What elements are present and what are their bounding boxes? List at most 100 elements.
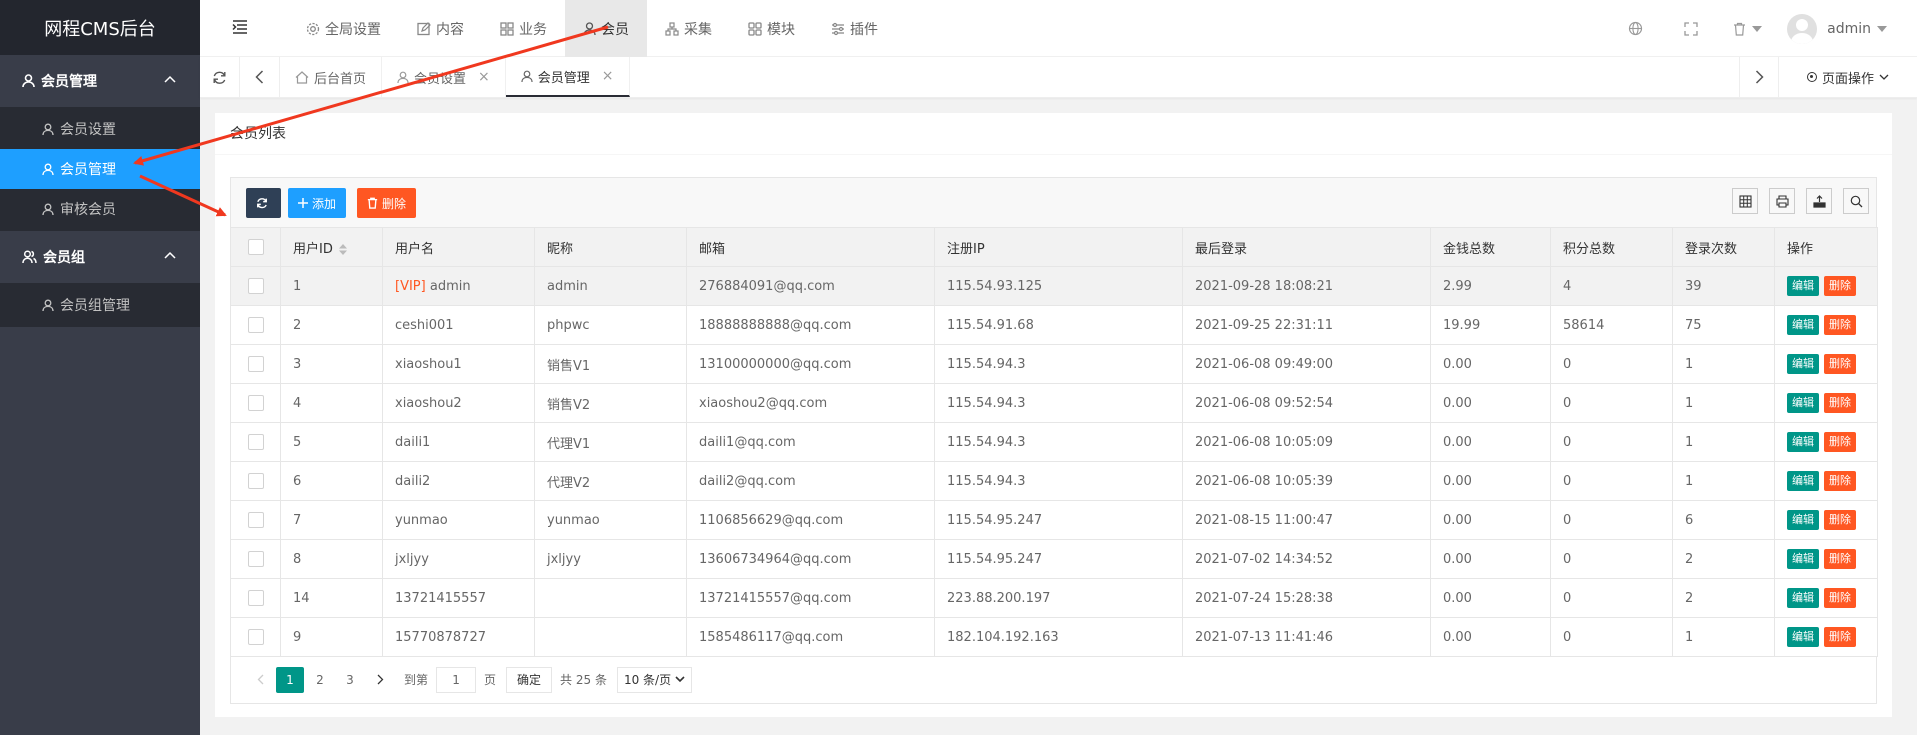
select-all-checkbox[interactable] [247, 239, 264, 255]
delete-row-button[interactable]: 删除 [1824, 549, 1856, 569]
refresh-button[interactable] [246, 188, 281, 218]
delete-row-button[interactable]: 删除 [1824, 393, 1856, 413]
topnav-item-member[interactable]: 会员 [565, 0, 647, 57]
topnav-item-content[interactable]: 内容 [399, 0, 482, 57]
delete-row-button[interactable]: 删除 [1824, 510, 1856, 530]
delete-button[interactable]: 删除 [357, 188, 417, 218]
goto-label: 到第 [404, 673, 429, 687]
tab-home[interactable]: 后台首页 [280, 57, 383, 97]
delete-row-button[interactable]: 删除 [1824, 627, 1856, 647]
sidebar-item-member-group-management[interactable]: 会员组管理 [0, 285, 200, 325]
edit-button[interactable]: 编辑 [1787, 549, 1819, 569]
cell-email: daili2@qq.com [686, 461, 935, 501]
row-checkbox[interactable] [247, 278, 264, 294]
row-checkbox[interactable] [247, 590, 264, 606]
row-checkbox[interactable] [247, 356, 264, 372]
topnav-item-modules[interactable]: 模块 [730, 0, 813, 57]
row-checkbox[interactable] [247, 512, 264, 528]
clear-cache-button[interactable] [1719, 0, 1775, 57]
delete-row-button[interactable]: 删除 [1824, 432, 1856, 452]
export-button[interactable] [1806, 188, 1832, 214]
next-page-button[interactable] [366, 667, 394, 693]
edit-button[interactable]: 编辑 [1787, 627, 1819, 647]
row-checkbox[interactable] [247, 629, 264, 645]
table-row[interactable]: 6 daili2 代理V2 daili2@qq.com 115.54.94.3 2021-… [230, 461, 1878, 501]
topnav-item-plugins[interactable]: 插件 [813, 0, 896, 57]
refresh-tab-button[interactable] [200, 57, 240, 97]
row-checkbox-cell [230, 266, 281, 306]
user-menu[interactable]: admin [1775, 13, 1917, 44]
table-row[interactable]: 14 13721415557 13721415557@qq.com 223.88.20… [230, 578, 1878, 618]
cell-money: 0.00 [1430, 422, 1551, 462]
header-right: admin [1607, 0, 1917, 57]
app-logo[interactable]: 网程CMS后台 [0, 0, 200, 55]
add-button[interactable]: 添加 [288, 188, 347, 218]
tab-prev-button[interactable] [240, 57, 280, 97]
delete-row-button[interactable]: 删除 [1824, 588, 1856, 608]
sidebar-item-member-settings[interactable]: 会员设置 [0, 109, 200, 149]
sort-icon[interactable] [338, 243, 347, 255]
cell-points: 0 [1550, 461, 1673, 501]
prev-page-button[interactable] [246, 667, 274, 693]
page-button-2[interactable]: 2 [306, 667, 334, 693]
edit-button[interactable]: 编辑 [1787, 354, 1819, 374]
topnav-item-global-settings[interactable]: 全局设置 [288, 0, 399, 57]
close-icon[interactable]: × [602, 68, 614, 84]
page-size-select[interactable]: 10 条/页 [616, 666, 693, 693]
column-header: 用户名 [382, 227, 535, 267]
tab-member-settings[interactable]: 会员设置 × [382, 57, 506, 97]
table-row[interactable]: 9 15770878727 1585486117@qq.com 182.104.192… [230, 617, 1878, 657]
edit-button[interactable]: 编辑 [1787, 276, 1819, 296]
content-panel: 会员列表 添加 删除 用户ID 用户名 昵称 邮箱 注册IP 最后登录 金钱总数… [215, 113, 1892, 717]
topnav-item-collect[interactable]: 采集 [647, 0, 730, 57]
user-icon [42, 203, 54, 215]
delete-row-button[interactable]: 删除 [1824, 354, 1856, 374]
delete-row-button[interactable]: 删除 [1824, 315, 1856, 335]
print-button[interactable] [1769, 188, 1795, 214]
page-button-3[interactable]: 3 [336, 667, 364, 693]
edit-button[interactable]: 编辑 [1787, 393, 1819, 413]
nav-group-member-management[interactable]: 会员管理 [0, 55, 200, 107]
row-checkbox[interactable] [247, 317, 264, 333]
close-icon[interactable]: × [478, 69, 490, 85]
edit-button[interactable]: 编辑 [1787, 315, 1819, 335]
row-checkbox[interactable] [247, 473, 264, 489]
row-checkbox[interactable] [247, 551, 264, 567]
table-row[interactable]: 2 ceshi001 phpwc 18888888888@qq.com 115.54.9… [230, 305, 1878, 345]
chevron-right-icon [377, 674, 383, 685]
menu-toggle-icon[interactable] [232, 19, 248, 35]
delete-row-button[interactable]: 删除 [1824, 276, 1856, 296]
tab-member-management[interactable]: 会员管理 × [505, 57, 630, 97]
page-operations-dropdown[interactable]: 页面操作 [1779, 57, 1917, 97]
sidebar-item-member-management[interactable]: 会员管理 [0, 149, 200, 189]
table-row[interactable]: 1 [VIP] admin admin 276884091@qq.com 115.54.… [230, 266, 1878, 306]
table-row[interactable]: 3 xiaoshou1 销售V1 13100000000@qq.com 115.54.9… [230, 344, 1878, 384]
fullscreen-button[interactable] [1663, 0, 1719, 57]
row-checkbox[interactable] [247, 434, 264, 450]
table-row[interactable]: 7 yunmao yunmao 1106856629@qq.com 115.54.95.… [230, 500, 1878, 540]
table-row[interactable]: 5 daili1 代理V1 daili1@qq.com 115.54.94.3 2021-… [230, 422, 1878, 462]
table-row[interactable]: 4 xiaoshou2 销售V2 xiaoshou2@qq.com 115.54.94.… [230, 383, 1878, 423]
globe-button[interactable] [1607, 0, 1663, 57]
table-row[interactable]: 8 jxljyy jxljyy 13606734964@qq.com 115.54.95… [230, 539, 1878, 579]
edit-button[interactable]: 编辑 [1787, 510, 1819, 530]
edit-button[interactable]: 编辑 [1787, 432, 1819, 452]
columns-filter-button[interactable] [1732, 188, 1758, 214]
edit-button[interactable]: 编辑 [1787, 471, 1819, 491]
nav-group-label: 会员管理 [41, 74, 97, 90]
cell-points: 0 [1550, 617, 1673, 657]
search-button[interactable] [1843, 188, 1869, 214]
goto-page-input[interactable]: 1 [436, 666, 477, 693]
page-button-1[interactable]: 1 [276, 666, 304, 693]
nav-group-member-group[interactable]: 会员组 [0, 231, 200, 283]
topnav-item-business[interactable]: 业务 [482, 0, 565, 57]
goto-confirm-button[interactable]: 确定 [506, 666, 553, 693]
edit-button[interactable]: 编辑 [1787, 588, 1819, 608]
cell-ip: 115.54.94.3 [934, 344, 1183, 384]
refresh-icon [256, 198, 267, 209]
sidebar-item-review-members[interactable]: 审核会员 [0, 189, 200, 229]
column-header[interactable]: 用户ID [280, 227, 383, 267]
row-checkbox[interactable] [247, 395, 264, 411]
delete-row-button[interactable]: 删除 [1824, 471, 1856, 491]
tab-next-button[interactable] [1739, 57, 1779, 97]
